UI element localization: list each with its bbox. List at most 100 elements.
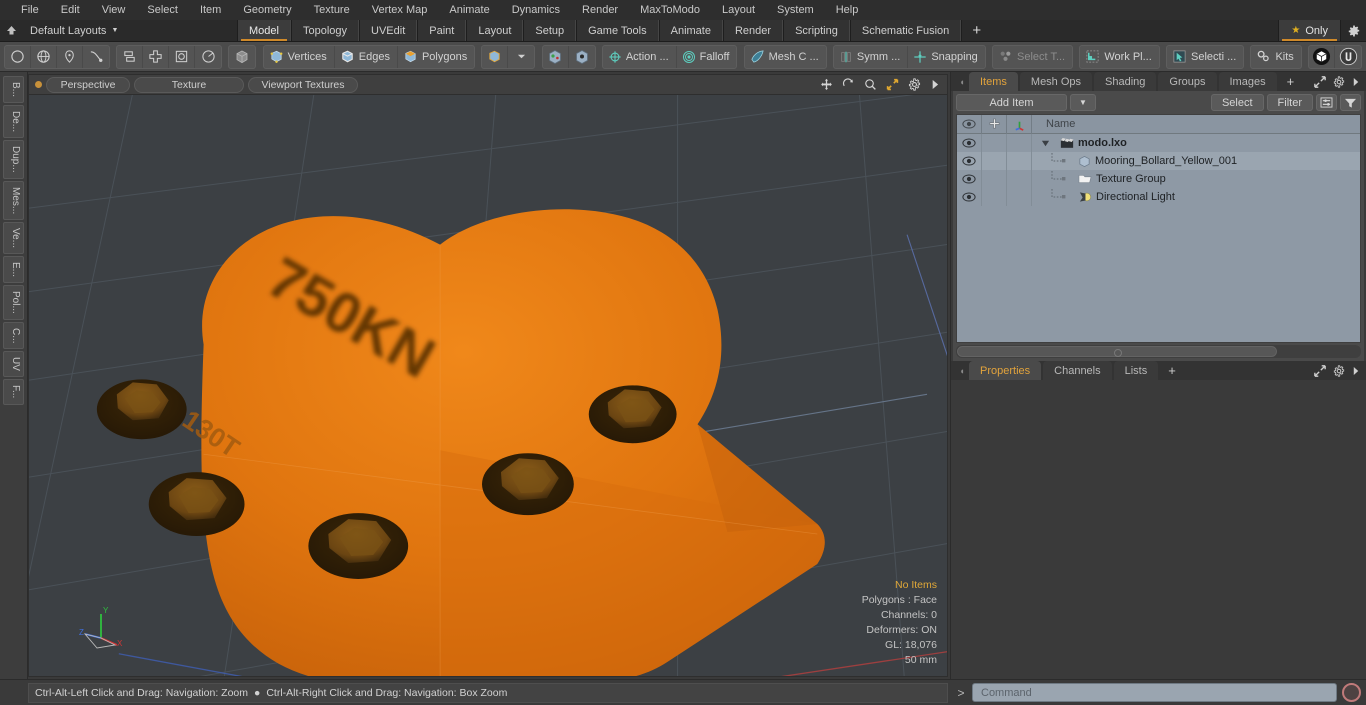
items-tree-empty-space[interactable] — [957, 206, 1360, 342]
items-panel-menu-icon[interactable]: ◖ — [955, 72, 969, 91]
selection-cube-icon[interactable] — [482, 45, 509, 68]
align-icon[interactable] — [117, 45, 144, 68]
viewport-menu-dot-icon[interactable] — [35, 81, 42, 88]
tab-animate[interactable]: Animate — [658, 20, 723, 41]
symmetry-button[interactable]: Symm ... — [834, 45, 909, 68]
tab-items[interactable]: Items — [969, 72, 1018, 91]
menu-item-render[interactable]: Render — [571, 0, 629, 20]
expand-arrow-icon[interactable] — [1034, 139, 1056, 148]
modo-cube-icon[interactable] — [1309, 45, 1336, 68]
chevron-right-icon[interactable] — [930, 79, 939, 90]
items-tree[interactable]: Name modo.lxo Mooring_Bollard_Yellow_001… — [956, 114, 1361, 343]
tree-item-mesh[interactable]: Mooring_Bollard_Yellow_001 — [1032, 153, 1360, 169]
layouts-dropdown[interactable]: Default Layouts ▼ — [22, 20, 237, 41]
tab-uvedit[interactable]: UVEdit — [359, 20, 418, 41]
row-transform-toggle[interactable] — [1007, 134, 1032, 152]
left-tab-fusion[interactable]: F... — [3, 379, 24, 405]
mode-vertices[interactable]: Vertices — [264, 45, 335, 68]
unreal-engine-icon[interactable] — [1335, 46, 1361, 68]
mode-edges[interactable]: Edges — [335, 45, 398, 68]
command-input[interactable]: Command — [972, 683, 1337, 702]
row-visibility-toggle[interactable] — [957, 170, 982, 188]
curve-icon[interactable] — [83, 46, 109, 68]
tree-item-light[interactable]: Directional Light — [1032, 189, 1360, 205]
tab-lists[interactable]: Lists — [1113, 361, 1159, 380]
tab-schematic-fusion[interactable]: Schematic Fusion — [849, 20, 962, 41]
zoom-icon[interactable] — [864, 78, 877, 91]
select-through-button[interactable]: Select T... — [993, 46, 1072, 68]
circle-icon[interactable] — [5, 45, 31, 68]
left-tab-vertex[interactable]: Ve... — [3, 222, 24, 255]
tab-groups[interactable]: Groups — [1158, 72, 1217, 91]
items-add-tab-button[interactable]: + — [1279, 72, 1303, 91]
row-transform-toggle[interactable] — [1007, 170, 1032, 188]
mode-polygons[interactable]: Polygons — [398, 46, 474, 68]
left-tab-polygon[interactable]: Pol... — [3, 285, 24, 320]
properties-add-tab-button[interactable]: + — [1160, 361, 1184, 380]
properties-panel-gear-icon[interactable] — [1333, 364, 1345, 377]
filter-funnel-icon[interactable] — [1340, 94, 1361, 111]
row-lock-toggle[interactable] — [982, 188, 1007, 206]
home-icon[interactable] — [0, 20, 22, 41]
workplane-button[interactable]: Work Pl... — [1080, 46, 1158, 68]
left-tab-uv[interactable]: UV — [3, 351, 24, 378]
expand-panel-icon[interactable] — [1314, 75, 1326, 88]
rotate-icon[interactable] — [842, 78, 855, 91]
menu-item-geometry[interactable]: Geometry — [232, 0, 302, 20]
expand-panel-icon[interactable] — [1314, 364, 1326, 377]
menu-item-view[interactable]: View — [91, 0, 137, 20]
menu-item-maxtomodo[interactable]: MaxToModo — [629, 0, 711, 20]
row-visibility-toggle[interactable] — [957, 152, 982, 170]
selection-set-button[interactable]: Selecti ... — [1167, 46, 1243, 68]
tab-properties[interactable]: Properties — [969, 361, 1042, 380]
table-row[interactable]: Mooring_Bollard_Yellow_001 — [957, 152, 1360, 170]
viewport-shading-selector[interactable]: Texture — [134, 76, 244, 93]
menu-item-help[interactable]: Help — [825, 0, 870, 20]
action-center-button[interactable]: Action ... — [603, 45, 677, 68]
workplane-cube-a-icon[interactable] — [543, 45, 569, 68]
tab-game-tools[interactable]: Game Tools — [576, 20, 659, 41]
left-tab-edge[interactable]: E... — [3, 256, 24, 284]
tab-render[interactable]: Render — [722, 20, 784, 41]
menu-item-animate[interactable]: Animate — [438, 0, 500, 20]
tab-setup[interactable]: Setup — [523, 20, 577, 41]
row-lock-toggle[interactable] — [982, 170, 1007, 188]
frame-icon[interactable] — [169, 45, 196, 68]
menu-item-file[interactable]: File — [10, 0, 50, 20]
add-tab-button[interactable]: + — [961, 20, 991, 41]
menu-item-dynamics[interactable]: Dynamics — [501, 0, 571, 20]
items-horizontal-scrollbar[interactable] — [956, 345, 1361, 358]
left-tab-mesh[interactable]: Mes... — [3, 180, 24, 221]
settings-gear-icon[interactable] — [1340, 20, 1366, 41]
command-record-icon[interactable] — [1342, 683, 1361, 702]
row-visibility-toggle[interactable] — [957, 188, 982, 206]
menu-item-system[interactable]: System — [766, 0, 825, 20]
properties-panel-menu-icon[interactable]: ◖ — [955, 361, 969, 380]
items-panel-gear-icon[interactable] — [1333, 75, 1345, 88]
viewport-textures-selector[interactable]: Viewport Textures — [248, 76, 358, 93]
viewport-view-selector[interactable]: Perspective — [46, 76, 130, 93]
table-row[interactable]: Texture Group — [957, 170, 1360, 188]
tab-channels[interactable]: Channels — [1043, 361, 1112, 380]
mesh-constraint-button[interactable]: Mesh C ... — [745, 46, 826, 68]
menu-item-texture[interactable]: Texture — [303, 0, 361, 20]
tab-images[interactable]: Images — [1218, 72, 1277, 91]
add-item-caret-icon[interactable]: ▼ — [1069, 94, 1096, 111]
tab-paint[interactable]: Paint — [417, 20, 467, 41]
items-cube-icon[interactable] — [229, 46, 255, 68]
selection-dropdown-caret-icon[interactable] — [508, 46, 534, 68]
tab-topology[interactable]: Topology — [290, 20, 360, 41]
menu-item-edit[interactable]: Edit — [50, 0, 91, 20]
row-visibility-toggle[interactable] — [957, 134, 982, 152]
tab-shading[interactable]: Shading — [1094, 72, 1157, 91]
center-icon[interactable] — [143, 45, 170, 68]
kits-button[interactable]: Kits — [1251, 46, 1300, 68]
row-transform-toggle[interactable] — [1007, 188, 1032, 206]
list-options-icon[interactable] — [1316, 94, 1337, 111]
pen-icon[interactable] — [57, 45, 83, 68]
tree-item-scene[interactable]: modo.lxo — [1032, 137, 1360, 149]
filter-button[interactable]: Filter — [1266, 94, 1313, 111]
globe-icon[interactable] — [31, 45, 57, 68]
radial-icon[interactable] — [195, 46, 221, 68]
snapping-button[interactable]: Snapping — [908, 46, 985, 68]
